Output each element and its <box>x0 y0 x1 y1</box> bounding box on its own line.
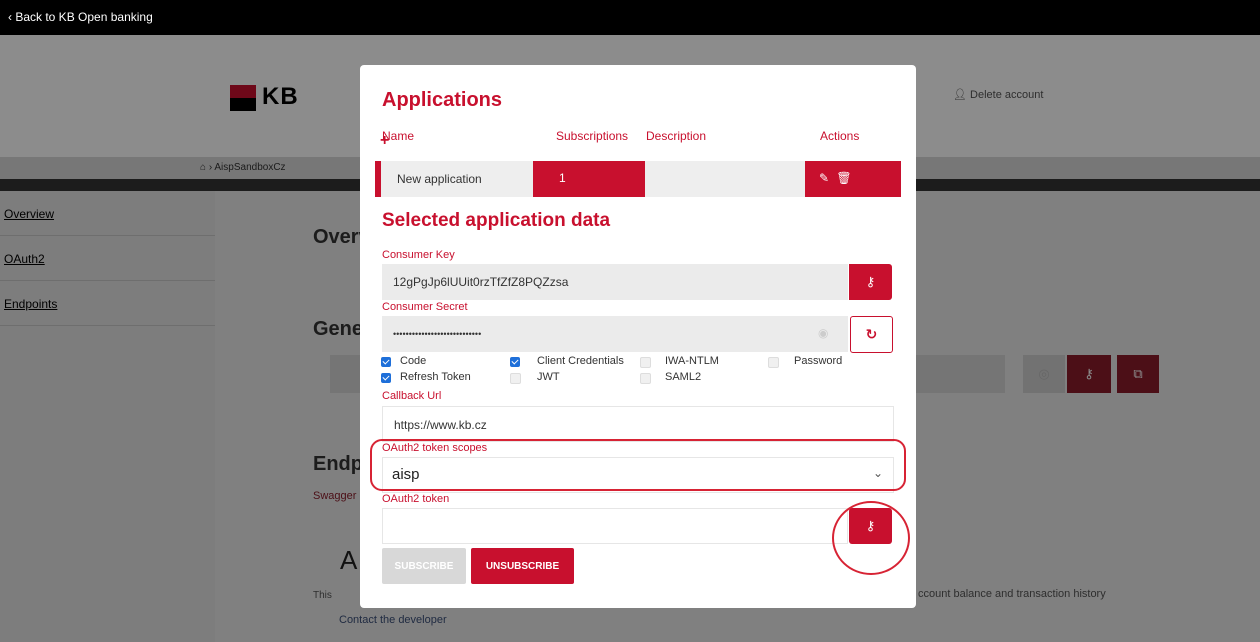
consumer-secret-field[interactable]: •••••••••••••••••••••••••••• ◉ <box>382 316 848 352</box>
checkbox-password[interactable] <box>768 357 779 368</box>
token-field[interactable] <box>382 508 848 544</box>
checkbox-label-jwt: JWT <box>537 371 560 383</box>
back-to-kb-link[interactable]: ‹ Back to KB Open banking <box>8 0 153 35</box>
subscribe-button[interactable]: SUBSCRIBE <box>382 548 466 584</box>
eye-icon[interactable]: ◉ <box>818 326 828 340</box>
scopes-highlight-ring <box>370 439 906 491</box>
col-description: Description <box>646 129 707 143</box>
token-label: OAuth2 token <box>382 493 450 505</box>
checkbox-label-code: Code <box>400 355 427 367</box>
checkbox-label-iwa-ntlm: IWA-NTLM <box>665 355 719 367</box>
col-subscriptions: Subscriptions <box>556 129 629 143</box>
checkbox-label-saml2: SAML2 <box>665 371 702 383</box>
col-actions: Actions <box>820 129 860 143</box>
refresh-secret-button[interactable]: ↻ <box>850 316 893 353</box>
app-description-cell[interactable] <box>645 161 805 197</box>
applications-modal: Applications Name Subscriptions Descript… <box>360 65 916 608</box>
refresh-icon: ↻ <box>865 326 878 342</box>
top-bar: ‹ Back to KB Open banking <box>0 0 1260 35</box>
app-actions: ✎ 🗑︎ <box>819 171 852 185</box>
consumer-secret-value: •••••••••••••••••••••••••••• <box>393 329 482 339</box>
table-row[interactable]: New application 1 ✎ 🗑︎ <box>375 161 901 197</box>
callback-url-label: Callback Url <box>382 390 442 402</box>
checkbox-iwa-ntlm[interactable] <box>640 357 651 368</box>
callback-url-value: https://www.kb.cz <box>394 418 487 432</box>
consumer-key-button[interactable]: ⚷ <box>849 264 892 300</box>
checkbox-label-client-credentials: Client Credentials <box>537 355 624 367</box>
consumer-key-label: Consumer Key <box>382 249 455 261</box>
modal-title: Applications <box>382 89 503 111</box>
add-application-button[interactable]: + <box>380 132 389 150</box>
token-highlight-ring <box>832 501 910 575</box>
checkbox-client-credentials[interactable] <box>510 357 520 367</box>
checkbox-jwt[interactable] <box>510 373 521 384</box>
app-subscriptions: 1 <box>559 171 566 185</box>
checkbox-saml2[interactable] <box>640 373 651 384</box>
trash-icon[interactable]: 🗑︎ <box>836 171 851 185</box>
callback-url-field[interactable]: https://www.kb.cz <box>382 406 894 442</box>
app-name: New application <box>397 172 482 186</box>
pencil-icon[interactable]: ✎ <box>819 171 829 185</box>
consumer-key-field[interactable]: 12gPgJp6lUUit0rzTfZfZ8PQZzsa <box>382 264 848 300</box>
checkbox-label-password: Password <box>794 355 843 367</box>
checkbox-label-refresh-token: Refresh Token <box>400 371 471 383</box>
consumer-secret-label: Consumer Secret <box>382 301 468 313</box>
selected-app-title: Selected application data <box>382 210 611 231</box>
key-icon: ⚷ <box>865 274 876 289</box>
consumer-key-value: 12gPgJp6lUUit0rzTfZfZ8PQZzsa <box>393 275 569 289</box>
app-name-cell[interactable]: New application <box>381 161 533 197</box>
checkbox-refresh-token[interactable] <box>381 373 391 383</box>
checkbox-code[interactable] <box>381 357 391 367</box>
unsubscribe-button[interactable]: UNSUBSCRIBE <box>471 548 574 584</box>
